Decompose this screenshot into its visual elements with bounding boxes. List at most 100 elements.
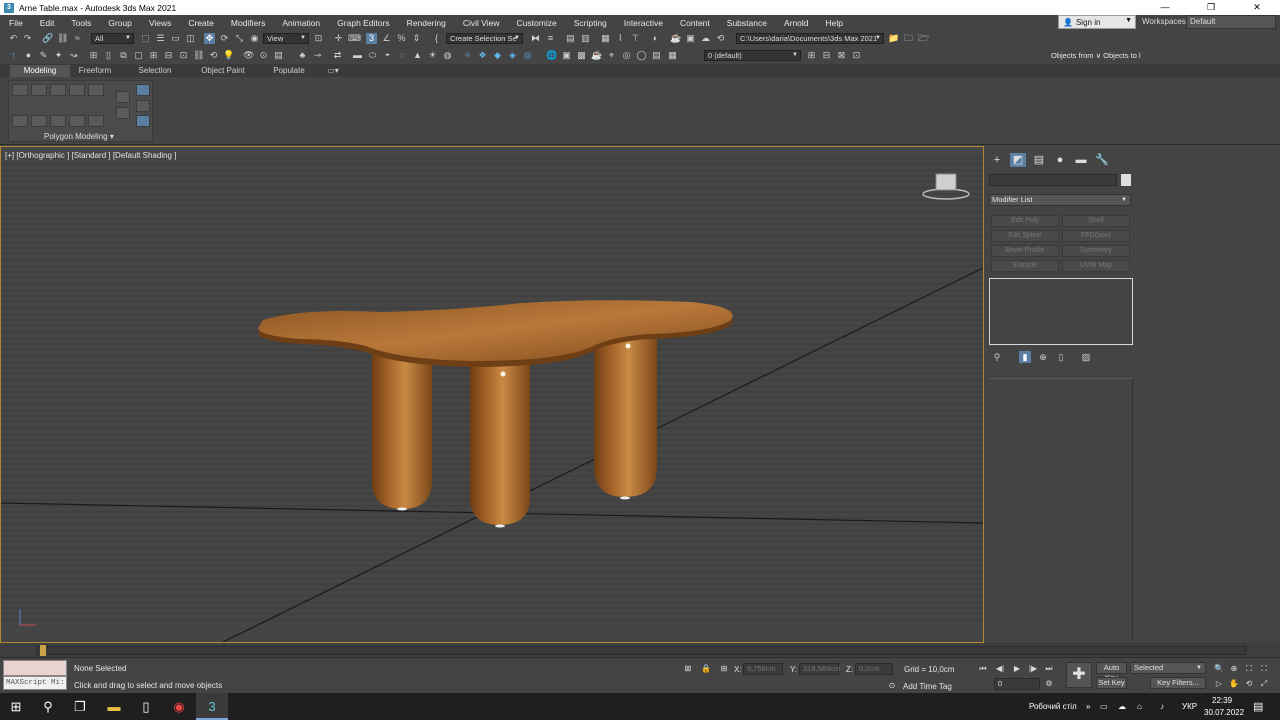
redo-icon[interactable]: ↷ — [22, 33, 33, 44]
viewport-label[interactable]: [+] [Orthographic ] [Standard ] [Default… — [5, 151, 176, 160]
crosshair-icon[interactable]: ⌖ — [606, 50, 617, 61]
arnold-render-icon[interactable]: ◆ — [492, 50, 503, 61]
angle-snap-icon[interactable]: ∠ — [381, 33, 392, 44]
hierarchy-tab-icon[interactable]: ▤ — [1031, 153, 1047, 167]
menu-rendering[interactable]: Rendering — [398, 18, 454, 28]
disc-icon[interactable]: ◌ — [397, 50, 408, 61]
eye-icon[interactable]: 👁 — [243, 50, 254, 61]
folder-icon[interactable]: 🗀 — [903, 33, 914, 44]
file-explorer-icon[interactable]: ▬ — [98, 693, 130, 720]
add-layer-icon[interactable]: ⊞ — [806, 50, 817, 61]
menu-edit[interactable]: Edit — [31, 18, 63, 28]
menu-customize[interactable]: Customize — [508, 18, 565, 28]
select-rotate-icon[interactable]: ⟳ — [219, 33, 230, 44]
x-coordinate-field[interactable]: 9,756cm — [743, 663, 783, 675]
spinner-snap-icon[interactable]: ⇕ — [411, 33, 422, 44]
chrome-icon[interactable]: ◉ — [163, 693, 195, 720]
symmetry-button[interactable]: Symmetry — [1062, 245, 1130, 257]
oval-icon[interactable]: ⬭ — [367, 50, 378, 61]
collapse-stack-icon[interactable] — [50, 115, 66, 127]
field-of-view-icon[interactable]: ▷ — [1213, 678, 1225, 690]
set-key-button[interactable]: Set Key — [1096, 677, 1127, 689]
undo-icon[interactable]: ↶ — [8, 33, 19, 44]
battery-icon[interactable]: ▭ — [1100, 702, 1108, 711]
modifier-list-dropdown[interactable]: Modifier List ▼ — [989, 194, 1131, 206]
tab-populate[interactable]: Populate — [266, 65, 312, 77]
arnold-log-icon[interactable]: ◎ — [522, 50, 533, 61]
table-leg-left[interactable] — [372, 355, 432, 509]
edit-spline-button[interactable]: Edit Spline — [991, 230, 1059, 242]
edit-named-selection-icon[interactable]: { — [431, 33, 442, 44]
selection-lock-icon[interactable]: 🔒 — [700, 663, 712, 675]
grid-icon[interactable]: ⊞ — [148, 50, 159, 61]
network-icon[interactable]: ⌂ — [1137, 702, 1142, 711]
target-icon[interactable]: ◎ — [621, 50, 632, 61]
arnold-ipr-icon[interactable]: ◈ — [507, 50, 518, 61]
close-button[interactable]: ✕ — [1234, 0, 1280, 15]
teapot-icon[interactable]: ☕ — [591, 50, 602, 61]
snapshot-icon[interactable]: ⊡ — [178, 50, 189, 61]
light-icon[interactable]: 💡 — [223, 50, 234, 61]
perspective-viewport[interactable]: [+] [Orthographic ] [Standard ] [Default… — [0, 146, 984, 643]
menu-group[interactable]: Group — [99, 18, 140, 28]
document-icon[interactable]: ▯ — [103, 50, 114, 61]
selection-filter-dropdown[interactable]: All ▼ — [91, 33, 134, 44]
schematic-view-icon[interactable]: ⊤ — [630, 33, 641, 44]
polygon-modeling-label[interactable]: Polygon Modeling ▾ — [44, 132, 114, 141]
timeline-track[interactable] — [36, 646, 1246, 655]
vertex-icon[interactable] — [50, 84, 66, 96]
dome-icon[interactable]: ◓ — [382, 50, 393, 61]
absolute-mode-icon[interactable]: ⊞ — [718, 663, 730, 675]
preview-icon[interactable] — [88, 115, 104, 127]
pin-stack-icon[interactable]: ⚲ — [991, 351, 1003, 363]
border-icon[interactable] — [31, 115, 47, 127]
render-setup-icon[interactable]: ☕ — [670, 33, 681, 44]
motion-tab-icon[interactable]: ● — [1052, 153, 1068, 167]
arnold-light-icon[interactable]: ✧ — [462, 50, 473, 61]
time-slider-handle[interactable] — [40, 645, 46, 656]
tube-icon[interactable]: ◯ — [636, 50, 647, 61]
render-icon[interactable]: ▣ — [561, 50, 572, 61]
tab-modeling[interactable]: Modeling — [10, 65, 70, 77]
globe-icon[interactable]: 🌐 — [546, 50, 557, 61]
isolate-icon[interactable] — [136, 100, 150, 112]
make-unique-icon[interactable]: ⊕ — [1037, 351, 1049, 363]
tree-icon[interactable]: ♣ — [297, 50, 308, 61]
key-filters-button[interactable]: Key Filters... — [1150, 677, 1206, 689]
bind-space-warp-icon[interactable]: ≈ — [72, 33, 83, 44]
use-soft-selection-icon[interactable] — [116, 91, 130, 103]
tab-selection[interactable]: Selection — [132, 65, 178, 77]
utilities-tab-icon[interactable]: 🔧 — [1094, 153, 1110, 167]
snaps-toggle-icon[interactable]: 3 — [366, 33, 377, 44]
notepad-icon[interactable]: ▯ — [130, 693, 162, 720]
project-folder-dropdown[interactable]: C:\Users\daria\Documents\3ds Max 2021 ▼ — [736, 33, 884, 44]
table-leg-middle[interactable] — [470, 365, 530, 525]
next-frame-icon[interactable]: |▶ — [1027, 663, 1039, 675]
menu-tools[interactable]: Tools — [62, 18, 99, 28]
sky-icon[interactable]: ◍ — [442, 50, 453, 61]
menu-content[interactable]: Content — [671, 18, 718, 28]
mirror-icon[interactable]: ⧓ — [530, 33, 541, 44]
remove-modifier-icon[interactable]: ▯ — [1055, 351, 1067, 363]
set-current-layer-icon[interactable]: ⊡ — [851, 50, 862, 61]
layer-icon[interactable]: ▤ — [273, 50, 284, 61]
orbit-icon[interactable]: ⟲ — [1243, 678, 1255, 690]
menu-create[interactable]: Create — [179, 18, 222, 28]
render-iterative-icon[interactable]: ⟲ — [715, 33, 726, 44]
time-tag-icon[interactable]: ⊙ — [886, 680, 898, 692]
ribbon-options-icon[interactable]: ▭▾ — [323, 65, 343, 77]
edit-poly-button[interactable]: Edit Poly — [991, 215, 1059, 227]
ribbon-icon[interactable]: ⊸ — [312, 50, 323, 61]
language-indicator[interactable]: УКР — [1182, 702, 1197, 711]
show-cage-icon[interactable] — [136, 84, 150, 96]
select-scale-icon[interactable]: ⤡ — [234, 33, 245, 44]
maximize-button[interactable]: ❐ — [1188, 0, 1234, 15]
chain-icon[interactable]: ⛓ — [193, 50, 204, 61]
viewcube[interactable] — [935, 173, 957, 191]
layer-dropdown[interactable]: 0 (default) ▼ — [704, 50, 801, 61]
rect-selection-icon[interactable]: ▭ — [170, 33, 181, 44]
ffd-box-button[interactable]: FFD(box) — [1062, 230, 1130, 242]
desktop-toolbar-label[interactable]: Робочий стіл — [1029, 702, 1077, 711]
bevel-profile-button[interactable]: Bevel Profile — [991, 245, 1059, 257]
reference-coord-dropdown[interactable]: View ▼ — [263, 33, 309, 44]
